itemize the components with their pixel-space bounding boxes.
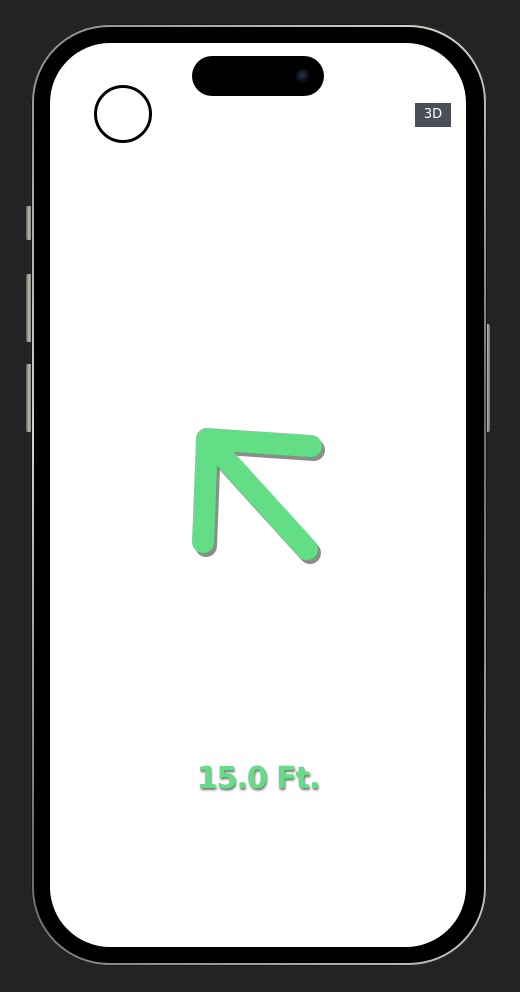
dynamic-island bbox=[192, 56, 324, 96]
arrow-up-left-icon bbox=[192, 428, 325, 564]
record-button[interactable] bbox=[94, 85, 152, 143]
direction-arrow bbox=[180, 421, 340, 571]
phone-screen: 3D 15.0 Ft. bbox=[50, 43, 466, 947]
front-camera-icon bbox=[296, 69, 310, 83]
screenshot-stage: 3D 15.0 Ft. bbox=[0, 0, 520, 992]
distance-readout: 15.0 Ft. bbox=[196, 761, 321, 796]
mode-3d-button[interactable]: 3D bbox=[415, 103, 451, 127]
